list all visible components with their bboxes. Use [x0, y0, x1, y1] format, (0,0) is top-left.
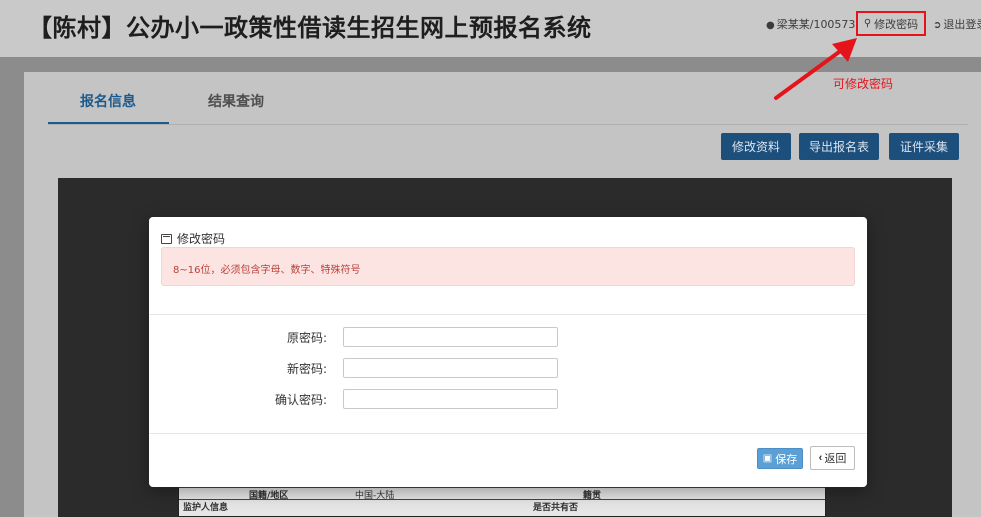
old-password-input[interactable]: [343, 327, 558, 347]
old-password-label: 原密码:: [286, 331, 327, 345]
doc-label: 监护人信息: [183, 503, 229, 513]
sign-out-icon: ➲: [933, 20, 942, 31]
new-password-label: 新密码:: [286, 362, 327, 376]
confirm-password-input[interactable]: [343, 389, 558, 409]
chevron-left-icon: ‹: [818, 452, 823, 464]
new-password-input[interactable]: [343, 358, 558, 378]
change-password-label: 修改密码: [874, 17, 919, 31]
save-button[interactable]: ▣ 保存: [757, 448, 803, 469]
back-label: 返回: [824, 453, 847, 465]
id-capture-button[interactable]: 证件采集: [889, 133, 959, 160]
doc-row: 监护人信息 是否共有否: [179, 499, 825, 513]
logout-link[interactable]: ➲退出登录: [933, 16, 981, 32]
dialog-title: 修改密码: [177, 232, 226, 246]
key-icon: ⚲: [863, 18, 872, 29]
confirm-password-label: 确认密码:: [274, 393, 327, 407]
doc-label: 是否共有否: [533, 503, 579, 513]
back-button[interactable]: ‹ 返回: [810, 446, 855, 470]
dialog-divider: [149, 314, 867, 315]
tab-divider: [48, 124, 968, 125]
password-rule-text: 8~16位，必须包含字母、数字、特殊符号: [173, 265, 361, 276]
floppy-icon: ▣: [762, 453, 773, 464]
logout-label: 退出登录: [943, 18, 981, 31]
dialog-footer-divider: [149, 433, 867, 434]
annotation-label: 可修改密码: [833, 77, 894, 91]
password-rule-alert: 8~16位，必须包含字母、数字、特殊符号: [161, 247, 855, 286]
doc-row: 国籍/地区 中国-大陆 籍贯: [179, 487, 825, 501]
edit-info-button[interactable]: 修改资料: [721, 133, 791, 160]
dialog-header: 修改密码: [161, 230, 225, 247]
export-form-button[interactable]: 导出报名表: [799, 133, 879, 160]
tab-signup-info[interactable]: 报名信息: [80, 91, 136, 111]
save-label: 保存: [775, 453, 798, 466]
annotation-arrow-icon: [774, 38, 857, 100]
change-password-dialog: 修改密码 8~16位，必须包含字母、数字、特殊符号 原密码: 新密码: 确认密码…: [149, 217, 867, 487]
window-icon: [161, 233, 172, 244]
page-title: 【陈村】公办小一政策性借读生招生网上预报名系统: [28, 14, 592, 42]
tab-result-query[interactable]: 结果查询: [208, 91, 264, 111]
